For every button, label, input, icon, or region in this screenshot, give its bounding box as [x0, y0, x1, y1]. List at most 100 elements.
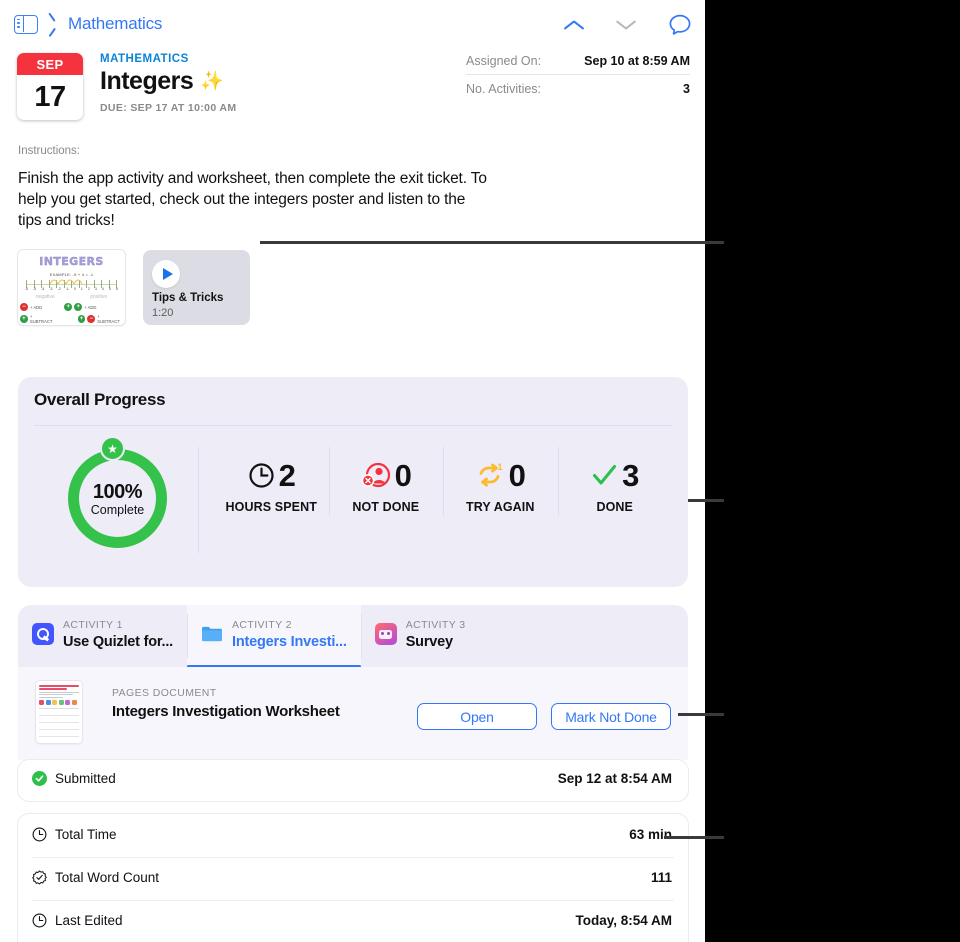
assignment-title-block: MATHEMATICS Integers ✨ DUE: SEP 17 AT 10… — [100, 53, 236, 114]
instructions-body: Finish the app activity and worksheet, t… — [18, 170, 487, 229]
person-not-done-icon — [361, 462, 390, 487]
instructions-label: Instructions: — [18, 145, 80, 157]
plus-dot-icon: + — [77, 315, 86, 323]
checkmark-icon — [593, 464, 617, 485]
check-circle-icon — [32, 771, 47, 786]
attachments-row: INTEGERS EXAMPLE: -5 + 4 = -1 -6 -5 -4 -3 -2… — [18, 250, 250, 325]
back-button-label: Mathematics — [68, 14, 163, 33]
activities-card: ACTIVITY 1 Use Quizlet for... ACTIVITY 2… — [18, 605, 688, 760]
sparkles-icon: ✨ — [200, 71, 224, 92]
meta-value: 3 — [683, 82, 690, 96]
detail-value: 111 — [650, 870, 672, 885]
integers-poster-thumbnail[interactable]: INTEGERS EXAMPLE: -5 + 4 = -1 -6 -5 -4 -3 -2… — [18, 250, 125, 325]
meta-row: Assigned On: Sep 10 at 8:59 AM — [466, 50, 690, 74]
document-name: Integers Investigation Worksheet — [112, 703, 340, 720]
due-text: DUE: SEP 17 AT 10:00 AM — [100, 102, 237, 114]
sidebar-toggle-icon[interactable] — [14, 14, 38, 34]
back-button[interactable]: Mathematics — [54, 14, 162, 34]
calendar-day: 17 — [34, 81, 66, 113]
screen-root: Mathematics SEP 17 MATHEMATICS Integers — [0, 0, 960, 942]
divider — [34, 425, 672, 426]
document-row: PAGES DOCUMENT Integers Investigation Wo… — [18, 667, 688, 760]
course-kicker: MATHEMATICS — [100, 53, 189, 65]
stat-done: 3 DONE — [557, 445, 673, 555]
page-title: Integers — [100, 67, 194, 95]
assignment-meta: Assigned On: Sep 10 at 8:59 AM No. Activ… — [466, 50, 690, 102]
submitted-label: Submitted — [55, 771, 116, 786]
poster-rule-1-left: + ADD — [30, 304, 43, 310]
try-again-icon: 1 — [479, 462, 502, 487]
stat-hours-spent: 2 HOURS SPENT — [214, 445, 329, 555]
callout-line-mark-not-done — [678, 713, 724, 716]
stat-top: 1 0 — [476, 457, 526, 493]
chevron-left-icon — [54, 16, 63, 32]
stat-top: 0 — [361, 457, 412, 493]
stat-label: HOURS SPENT — [225, 500, 317, 514]
tab-activity-1[interactable]: ACTIVITY 1 Use Quizlet for... — [18, 605, 187, 667]
progress-ring: 100% Complete ★ — [64, 436, 171, 552]
plus-dot-icon: + — [20, 315, 28, 323]
pages-document-thumbnail[interactable] — [36, 681, 82, 743]
submitted-date: Sep 12 at 8:54 AM — [557, 771, 672, 786]
tab-label: Use Quizlet for... — [63, 634, 174, 650]
meta-row: No. Activities: 3 — [466, 74, 690, 102]
detail-row-total-time: Total Time 63 min — [18, 814, 688, 857]
folder-icon — [201, 623, 223, 645]
callout-line-progress — [688, 499, 724, 502]
meta-key: No. Activities: — [466, 82, 542, 96]
divider — [198, 447, 199, 553]
word-count-icon — [32, 870, 47, 885]
tab-kicker: ACTIVITY 2 — [232, 619, 292, 631]
document-kicker: PAGES DOCUMENT — [112, 687, 217, 699]
star-badge-icon: ★ — [100, 436, 125, 461]
detail-row-word-count: Total Word Count 111 — [18, 857, 688, 900]
number-line-arcs — [49, 279, 83, 285]
poster-rule-1-right: + ADD — [84, 304, 97, 310]
stat-value: 0 — [508, 457, 526, 493]
minus-dot-icon: − — [87, 315, 96, 323]
stat-top: 3 — [591, 457, 639, 493]
chat-bubble-icon[interactable] — [667, 12, 693, 38]
navbar-left-group: Mathematics — [14, 14, 162, 34]
chevron-down-icon[interactable] — [615, 13, 639, 37]
open-button[interactable]: Open — [417, 703, 537, 730]
video-title: Tips & Tricks — [152, 292, 224, 304]
video-duration: 1:20 — [152, 307, 174, 319]
title-row: Integers ✨ — [100, 67, 236, 96]
detail-value: 63 min — [629, 827, 672, 842]
progress-stats: 2 HOURS SPENT 0 NOT DONE 1 0 TRY AGAIN 3… — [214, 445, 672, 555]
tab-activity-2[interactable]: ACTIVITY 2 Integers Investi... — [187, 605, 361, 668]
chevron-up-icon[interactable] — [563, 13, 587, 37]
poster-rule-2-left: + SUBTRACT — [29, 314, 53, 324]
quizlet-app-icon — [32, 623, 54, 645]
detail-value: Today, 8:54 AM — [575, 913, 672, 928]
tab-activity-3[interactable]: ACTIVITY 3 Survey — [360, 605, 480, 667]
submission-details-card: Total Time 63 min Total Word Count 111 L… — [18, 814, 688, 942]
detail-label: Total Time — [55, 827, 117, 842]
stat-value: 2 — [278, 457, 296, 493]
plus-dot-icon: + — [64, 303, 73, 311]
stat-label: DONE — [596, 500, 633, 514]
submitted-status-card: Submitted Sep 12 at 8:54 AM — [18, 760, 688, 801]
poster-title: INTEGERS — [39, 255, 104, 268]
poster-label-negative: negative — [35, 294, 55, 300]
stat-top: 2 — [248, 457, 296, 493]
stat-value: 0 — [394, 457, 412, 493]
poster-rule-row: − + ADD + + + ADD — [20, 303, 123, 311]
callout-line-total-time — [664, 836, 724, 839]
navigation-bar: Mathematics — [0, 0, 705, 52]
meta-key: Assigned On: — [466, 54, 542, 68]
content-panel: Mathematics SEP 17 MATHEMATICS Integers — [0, 0, 705, 942]
survey-app-icon — [374, 623, 397, 645]
number-line-labels: -6 -5 -4 -3 -2 -1 0 1 2 3 4 5 6 — [25, 287, 118, 291]
due-date-calendar-icon: SEP 17 — [17, 53, 83, 120]
plus-dot-icon: + — [74, 303, 83, 311]
play-icon[interactable] — [152, 260, 180, 288]
tab-label: Integers Investi... — [232, 634, 347, 650]
detail-label: Last Edited — [55, 913, 123, 928]
svg-text:1: 1 — [497, 462, 502, 472]
tips-and-tricks-video-card[interactable]: Tips & Tricks 1:20 — [143, 250, 250, 325]
minus-dot-icon: − — [20, 303, 28, 311]
mark-not-done-button[interactable]: Mark Not Done — [551, 703, 671, 730]
stat-not-done: 0 NOT DONE — [328, 445, 444, 555]
